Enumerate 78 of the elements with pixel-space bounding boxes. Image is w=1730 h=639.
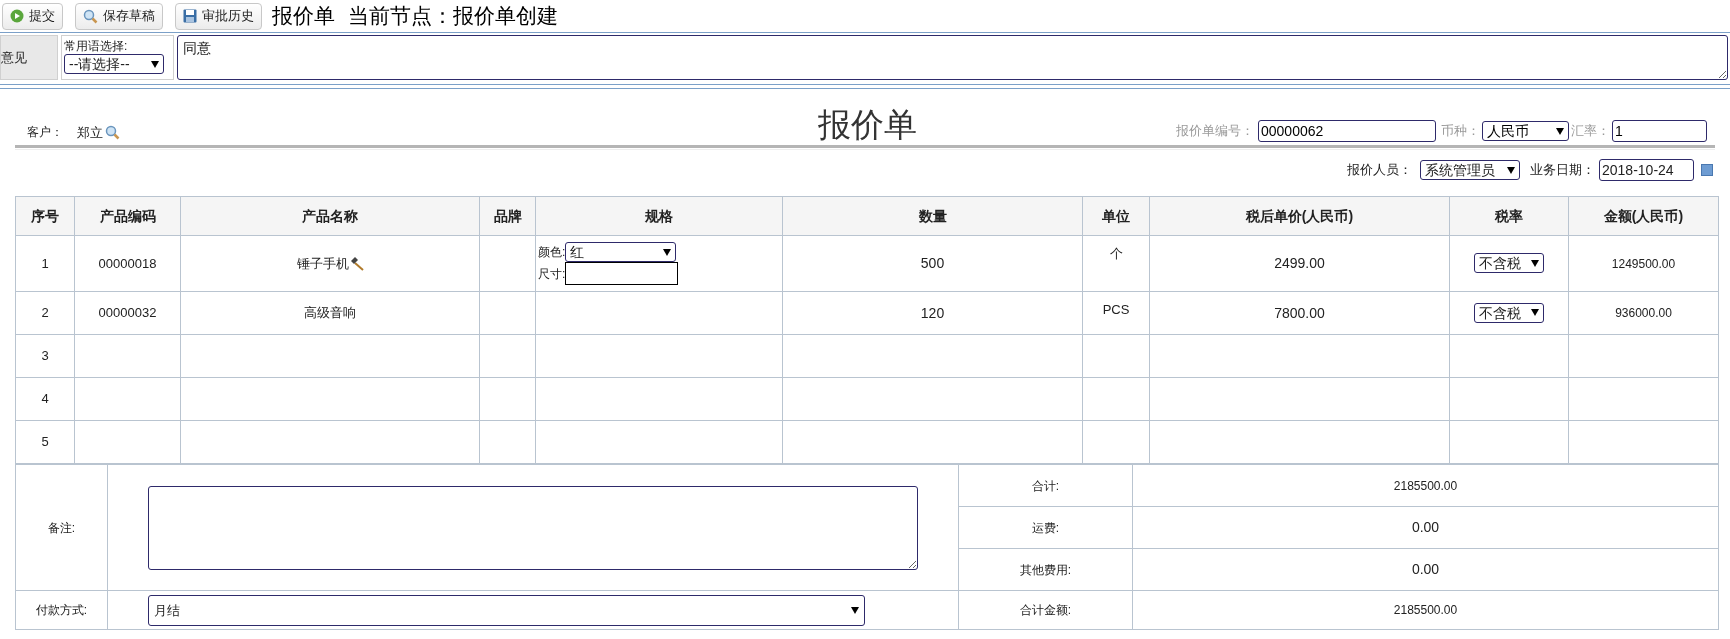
table-cell: 1 xyxy=(15,235,75,292)
toolbar-button[interactable]: 保存草稿 xyxy=(75,2,163,30)
spec-label: 尺寸: xyxy=(538,265,566,283)
table-cell: 120 xyxy=(782,291,1083,335)
column-header: 金额(人民币) xyxy=(1568,196,1719,236)
payment-label: 付款方式: xyxy=(15,590,108,630)
table-cell: 合计: xyxy=(958,464,1133,507)
salesperson-select[interactable]: 系统管理员 xyxy=(1420,160,1520,180)
table-cell: 936000.00 xyxy=(1568,291,1719,335)
table-cell: 1249500.00 xyxy=(1568,235,1719,292)
exchange-rate-field[interactable]: 1 xyxy=(1612,120,1707,142)
toolbar-button[interactable]: 审批历史 xyxy=(175,2,262,30)
product-name: 高级音响 xyxy=(304,304,356,323)
caret-icon xyxy=(1531,309,1539,317)
search-icon xyxy=(83,8,98,24)
table-cell: 合计金额: xyxy=(958,590,1133,630)
currency-select[interactable]: 人民币 xyxy=(1482,121,1569,141)
column-header: 产品名称 xyxy=(180,196,480,236)
business-date-field[interactable]: 2018-10-24 xyxy=(1599,159,1694,181)
column-header: 产品编码 xyxy=(74,196,181,236)
phrase-select[interactable]: --请选择-- xyxy=(64,54,164,74)
page-title: 报价单 xyxy=(272,3,335,30)
table-cell: 2185500.00 xyxy=(1132,590,1719,630)
table-cell: 0.00 xyxy=(1132,548,1719,591)
column-header: 规格 xyxy=(535,196,783,236)
table-cell: 7800.00 xyxy=(1149,291,1450,335)
table-cell: 运费: xyxy=(958,506,1133,549)
remarks-label: 备注: xyxy=(15,464,108,591)
spec-label: 颜色: xyxy=(538,244,566,261)
table-cell: 其他费用: xyxy=(958,548,1133,591)
table-cell: 0.00 xyxy=(1132,506,1719,549)
product-name: 锤子手机 xyxy=(296,254,349,273)
customer-name: 郑立 xyxy=(77,123,103,142)
hammer-icon xyxy=(349,256,364,271)
currency-label: 币种： xyxy=(1441,122,1480,141)
column-header: 数量 xyxy=(782,196,1083,236)
exchange-rate-label: 汇率： xyxy=(1571,122,1610,141)
quote-number-field[interactable]: 00000062 xyxy=(1258,120,1436,142)
column-header: 税率 xyxy=(1449,196,1569,236)
salesperson-label: 报价人员： xyxy=(1347,161,1412,180)
table-cell: PCS xyxy=(1082,291,1150,335)
column-header: 品牌 xyxy=(479,196,536,236)
caret-icon xyxy=(151,60,159,68)
customer-label: 客户： xyxy=(27,124,63,142)
opinion-field[interactable]: 同意 xyxy=(177,35,1728,80)
table-cell: 500 xyxy=(782,235,1083,292)
opinion-label: 意见 xyxy=(0,35,58,80)
caret-icon xyxy=(1531,259,1539,267)
form-title: 报价单 xyxy=(817,105,917,145)
caret-icon xyxy=(1507,166,1515,174)
table-cell: 个 xyxy=(1082,235,1150,292)
play-icon xyxy=(10,9,24,23)
business-date-label: 业务日期： xyxy=(1530,161,1595,180)
remarks-field[interactable] xyxy=(148,485,918,570)
table-cell: 3 xyxy=(15,334,75,378)
table-cell: 2185500.00 xyxy=(1132,464,1719,507)
spec-field[interactable] xyxy=(565,262,679,285)
spec-select[interactable]: 红 xyxy=(565,242,677,262)
tax-rate-select[interactable]: 不含税 xyxy=(1474,302,1544,323)
table-cell: 00000032 xyxy=(74,291,181,335)
toolbar-button[interactable]: 提交 xyxy=(2,2,63,30)
search-icon[interactable] xyxy=(105,124,120,140)
tax-rate-select[interactable]: 不含税 xyxy=(1474,253,1544,274)
table-cell: 00000018 xyxy=(74,235,181,292)
table-cell: 5 xyxy=(15,420,75,464)
column-header: 单位 xyxy=(1082,196,1150,236)
table-cell: 2 xyxy=(15,291,75,335)
column-header: 税后单价(人民币) xyxy=(1149,196,1450,236)
column-header: 序号 xyxy=(15,196,75,236)
caret-icon xyxy=(663,248,672,256)
current-node-title: 当前节点：报价单创建 xyxy=(348,3,558,30)
phrase-label: 常用语选择: xyxy=(64,38,129,54)
payment-select[interactable]: 月结 xyxy=(148,594,865,626)
caret-icon xyxy=(1556,127,1564,135)
table-cell: 4 xyxy=(15,377,75,421)
caret-icon xyxy=(851,606,859,614)
quote-number-label: 报价单编号： xyxy=(1176,122,1254,141)
table-cell: 2499.00 xyxy=(1149,235,1450,292)
